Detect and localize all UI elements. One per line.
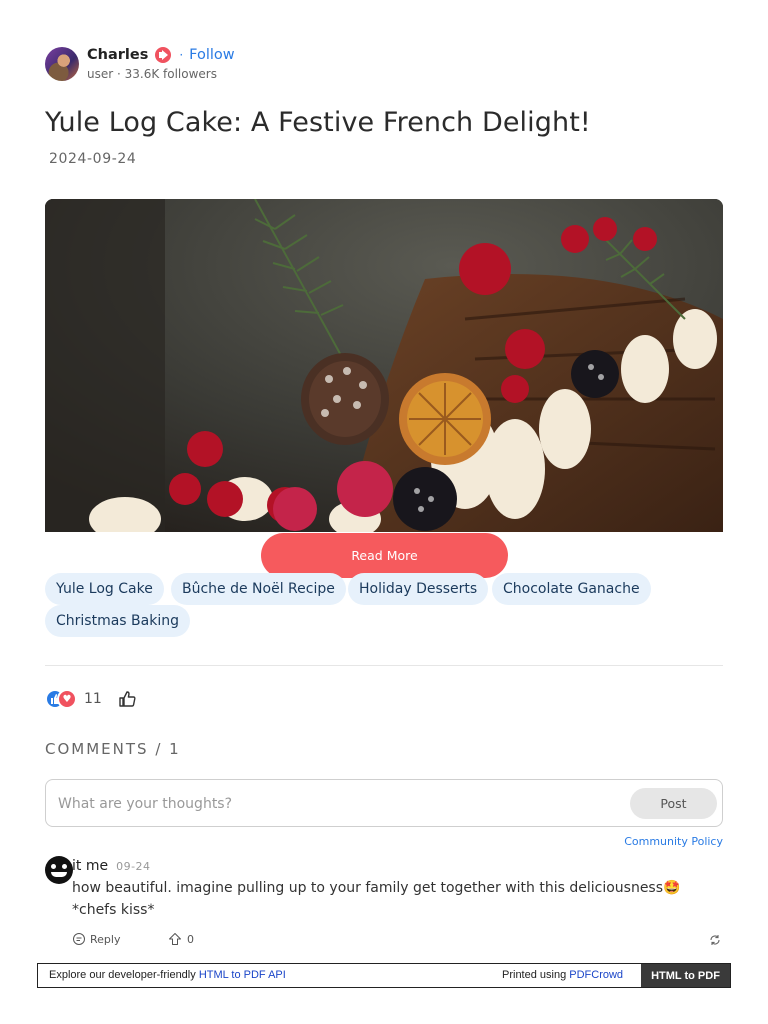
reply-icon — [73, 933, 85, 945]
tag-buche-de-noel-recipe[interactable]: Bûche de Noël Recipe — [171, 573, 346, 605]
reply-button[interactable]: Reply — [72, 932, 120, 946]
tag-christmas-baking[interactable]: Christmas Baking — [45, 605, 190, 637]
reply-label: Reply — [90, 932, 121, 946]
html-to-pdf-button[interactable]: HTML to PDF — [641, 964, 730, 987]
author-line: Charles · Follow — [87, 46, 235, 64]
hero-image — [45, 199, 723, 532]
divider — [45, 665, 723, 666]
thumbs-up-icon[interactable] — [118, 689, 138, 709]
post-button[interactable]: Post — [630, 788, 717, 819]
commenter-name[interactable]: it me — [72, 858, 108, 874]
share-icon[interactable] — [708, 932, 722, 951]
comment-text: how beautiful. imagine pulling up to you… — [72, 880, 681, 918]
vote-count: 0 — [187, 932, 194, 946]
comment-input[interactable] — [58, 793, 618, 815]
tag-holiday-desserts[interactable]: Holiday Desserts — [348, 573, 489, 605]
author-meta: user · 33.6K followers — [87, 67, 217, 81]
comments-heading: COMMENTS / 1 — [45, 740, 181, 758]
article-title: Yule Log Cake: A Festive French Delight! — [45, 107, 591, 138]
upvote-button[interactable]: 0 — [168, 932, 194, 946]
banner-mid-text: Printed using — [502, 969, 570, 981]
separator: · — [179, 48, 184, 62]
banner-left-text: Explore our developer-friendly — [49, 969, 199, 981]
yule-log-photo — [45, 199, 723, 532]
commenter-avatar[interactable] — [45, 856, 73, 884]
tag-chocolate-ganache[interactable]: Chocolate Ganache — [492, 573, 651, 605]
article-date: 2024-09-24 — [49, 151, 137, 167]
tag-yule-log-cake[interactable]: Yule Log Cake — [45, 573, 164, 605]
reaction-count: 11 — [84, 691, 102, 707]
megaphone-icon — [155, 47, 172, 63]
reactions-bar: ♥ 11 — [45, 688, 138, 710]
author-name[interactable]: Charles — [87, 47, 148, 63]
upvote-icon — [169, 933, 181, 945]
comment-header: it me 09-24 — [72, 858, 151, 874]
follow-button[interactable]: Follow — [189, 47, 234, 63]
author-row: Charles · Follow user · 33.6K followers — [45, 46, 235, 81]
comment-date: 09-24 — [116, 860, 151, 873]
author-info: Charles · Follow user · 33.6K followers — [87, 46, 235, 81]
banner-mid: Printed using PDFCrowd — [502, 969, 623, 981]
html-to-pdf-api-link[interactable]: HTML to PDF API — [199, 969, 286, 981]
comment-box: Post — [45, 779, 723, 827]
heart-icon[interactable]: ♥ — [57, 689, 77, 709]
banner-left: Explore our developer-friendly HTML to P… — [49, 969, 286, 981]
comment-actions: Reply 0 — [72, 932, 722, 948]
page: Charles · Follow user · 33.6K followers … — [0, 0, 768, 1024]
pdf-banner: Explore our developer-friendly HTML to P… — [37, 963, 731, 988]
author-avatar[interactable] — [45, 47, 79, 81]
read-more-button[interactable]: Read More — [261, 533, 508, 578]
community-policy-link[interactable]: Community Policy — [624, 835, 723, 848]
pdfcrowd-link[interactable]: PDFCrowd — [569, 969, 623, 981]
